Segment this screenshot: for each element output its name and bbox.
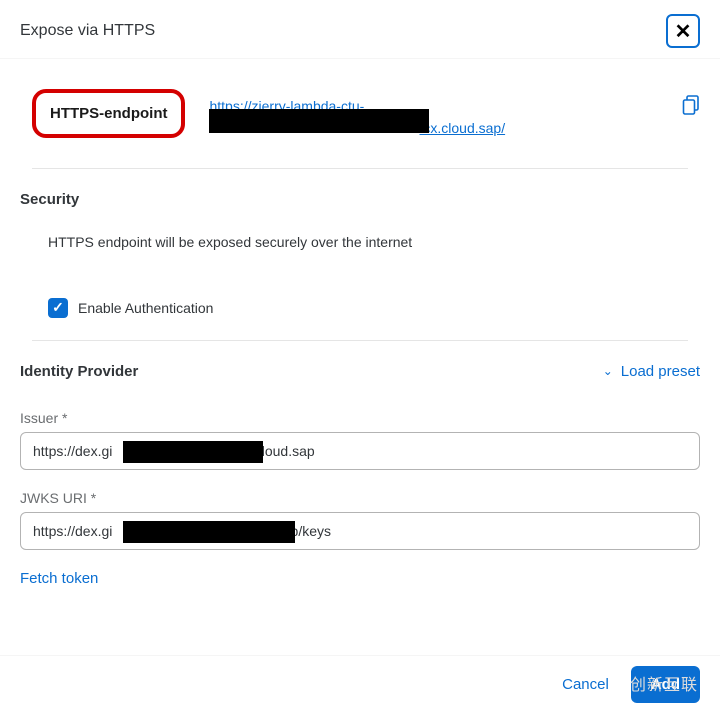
dialog-footer: Cancel Add 创新互联	[0, 655, 720, 717]
enable-auth-row: ✓ Enable Authentication	[48, 298, 700, 318]
copy-icon[interactable]	[682, 95, 700, 121]
chevron-down-icon: ⌄	[603, 364, 613, 378]
close-button[interactable]: ✕	[666, 14, 700, 48]
identity-provider-heading: Identity Provider	[20, 363, 138, 380]
dialog-body[interactable]: HTTPS-endpoint https://zjerry-lambda-ctu…	[0, 59, 720, 655]
identity-provider-row: Identity Provider ⌄ Load preset	[20, 363, 700, 380]
https-endpoint-link[interactable]: https://zjerry-lambda-ctu- xxxxxxxxxxxxx…	[209, 89, 658, 140]
dialog-header: Expose via HTTPS ✕	[0, 0, 720, 59]
redacted-block	[209, 109, 429, 133]
issuer-input[interactable]	[20, 432, 700, 470]
fetch-token-link[interactable]: Fetch token	[20, 570, 700, 587]
redacted-block	[123, 521, 295, 543]
load-preset-button[interactable]: ⌄ Load preset	[603, 363, 700, 380]
security-heading: Security	[20, 191, 700, 208]
close-icon: ✕	[675, 19, 692, 44]
add-button[interactable]: Add	[631, 666, 700, 703]
issuer-label: Issuer *	[20, 410, 700, 426]
enable-auth-label: Enable Authentication	[78, 300, 213, 316]
expose-https-dialog: Expose via HTTPS ✕ HTTPS-endpoint https:…	[0, 0, 720, 717]
endpoint-url-part2: .cx.cloud.sap/	[419, 120, 505, 136]
issuer-input-wrap	[20, 432, 700, 470]
redacted-block	[123, 441, 263, 463]
load-preset-label: Load preset	[621, 363, 700, 380]
cancel-button[interactable]: Cancel	[550, 668, 621, 701]
jwks-label: JWKS URI *	[20, 490, 700, 506]
checkmark-icon: ✓	[52, 299, 64, 316]
dialog-title: Expose via HTTPS	[20, 22, 155, 40]
https-endpoint-row: HTTPS-endpoint https://zjerry-lambda-ctu…	[32, 89, 700, 140]
security-description: HTTPS endpoint will be exposed securely …	[48, 234, 700, 250]
enable-auth-checkbox[interactable]: ✓	[48, 298, 68, 318]
https-endpoint-label: HTTPS-endpoint	[32, 89, 185, 138]
divider	[32, 340, 688, 341]
divider	[32, 168, 688, 169]
jwks-input-wrap	[20, 512, 700, 550]
jwks-uri-input[interactable]	[20, 512, 700, 550]
